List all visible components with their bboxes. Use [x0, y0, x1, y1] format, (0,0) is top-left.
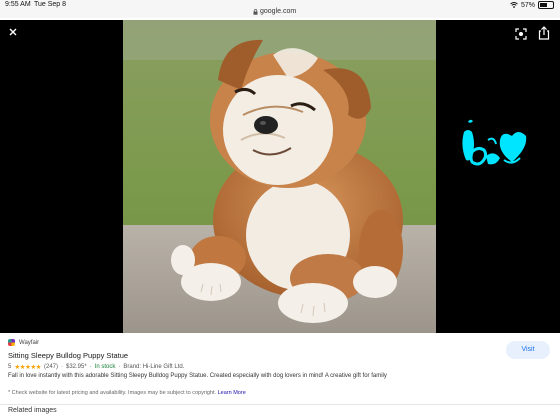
- disclaimer: * Check website for latest pricing and a…: [8, 390, 246, 396]
- product-meta: 5 ★★★★★ (247) · $32.95* · In stock · Bra…: [8, 363, 184, 371]
- address-bar[interactable]: google.com: [253, 8, 296, 15]
- share-button[interactable]: [538, 26, 551, 40]
- battery-percent: 57%: [520, 1, 535, 9]
- close-icon: [9, 28, 17, 36]
- disclaimer-text: * Check website for latest pricing and a…: [8, 390, 217, 396]
- product-image[interactable]: [123, 20, 436, 333]
- visit-button[interactable]: Visit: [506, 341, 550, 359]
- status-date: Tue Sep 8: [34, 1, 67, 8]
- meta-separator: ·: [118, 364, 121, 370]
- url-text: google.com: [260, 8, 297, 15]
- related-images-heading: Related images: [8, 407, 57, 414]
- wifi-icon: [510, 2, 518, 8]
- lock-icon: [253, 8, 258, 15]
- bulldog-puppy-photo: [123, 20, 436, 333]
- lens-button[interactable]: [515, 27, 528, 40]
- divider: [0, 404, 560, 405]
- product-description: Fall in love instantly with this adorabl…: [8, 373, 387, 379]
- battery-icon: [538, 1, 554, 9]
- result-info-panel: Wayfair Sitting Sleepy Bulldog Puppy Sta…: [0, 336, 560, 420]
- status-right: 57%: [510, 1, 554, 9]
- rating-value: 5: [8, 364, 12, 370]
- review-count: (247): [43, 364, 58, 370]
- stock-status: In stock: [94, 364, 116, 370]
- star-rating-icon: ★★★★★: [14, 364, 41, 371]
- meta-separator: ·: [89, 364, 92, 370]
- brand: Brand: Hi-Line Gift Ltd.: [123, 364, 185, 370]
- lens-icon: [515, 28, 527, 40]
- status-time: 9:55 AM: [5, 1, 31, 8]
- source-name: Wayfair: [19, 339, 40, 346]
- cyan-doodle-drawing: [462, 119, 527, 166]
- wayfair-logo-icon: [8, 339, 15, 346]
- price: $32.95*: [66, 364, 87, 370]
- source-site[interactable]: Wayfair: [8, 339, 39, 346]
- share-icon: [538, 26, 550, 40]
- status-bar: 9:55 AM Tue Sep 8 google.com 57%: [0, 0, 560, 18]
- meta-separator: ·: [61, 364, 63, 370]
- image-viewer: [0, 20, 560, 333]
- learn-more-link[interactable]: Learn More: [218, 390, 246, 396]
- result-title[interactable]: Sitting Sleepy Bulldog Puppy Statue: [8, 351, 128, 360]
- close-button[interactable]: [6, 26, 20, 40]
